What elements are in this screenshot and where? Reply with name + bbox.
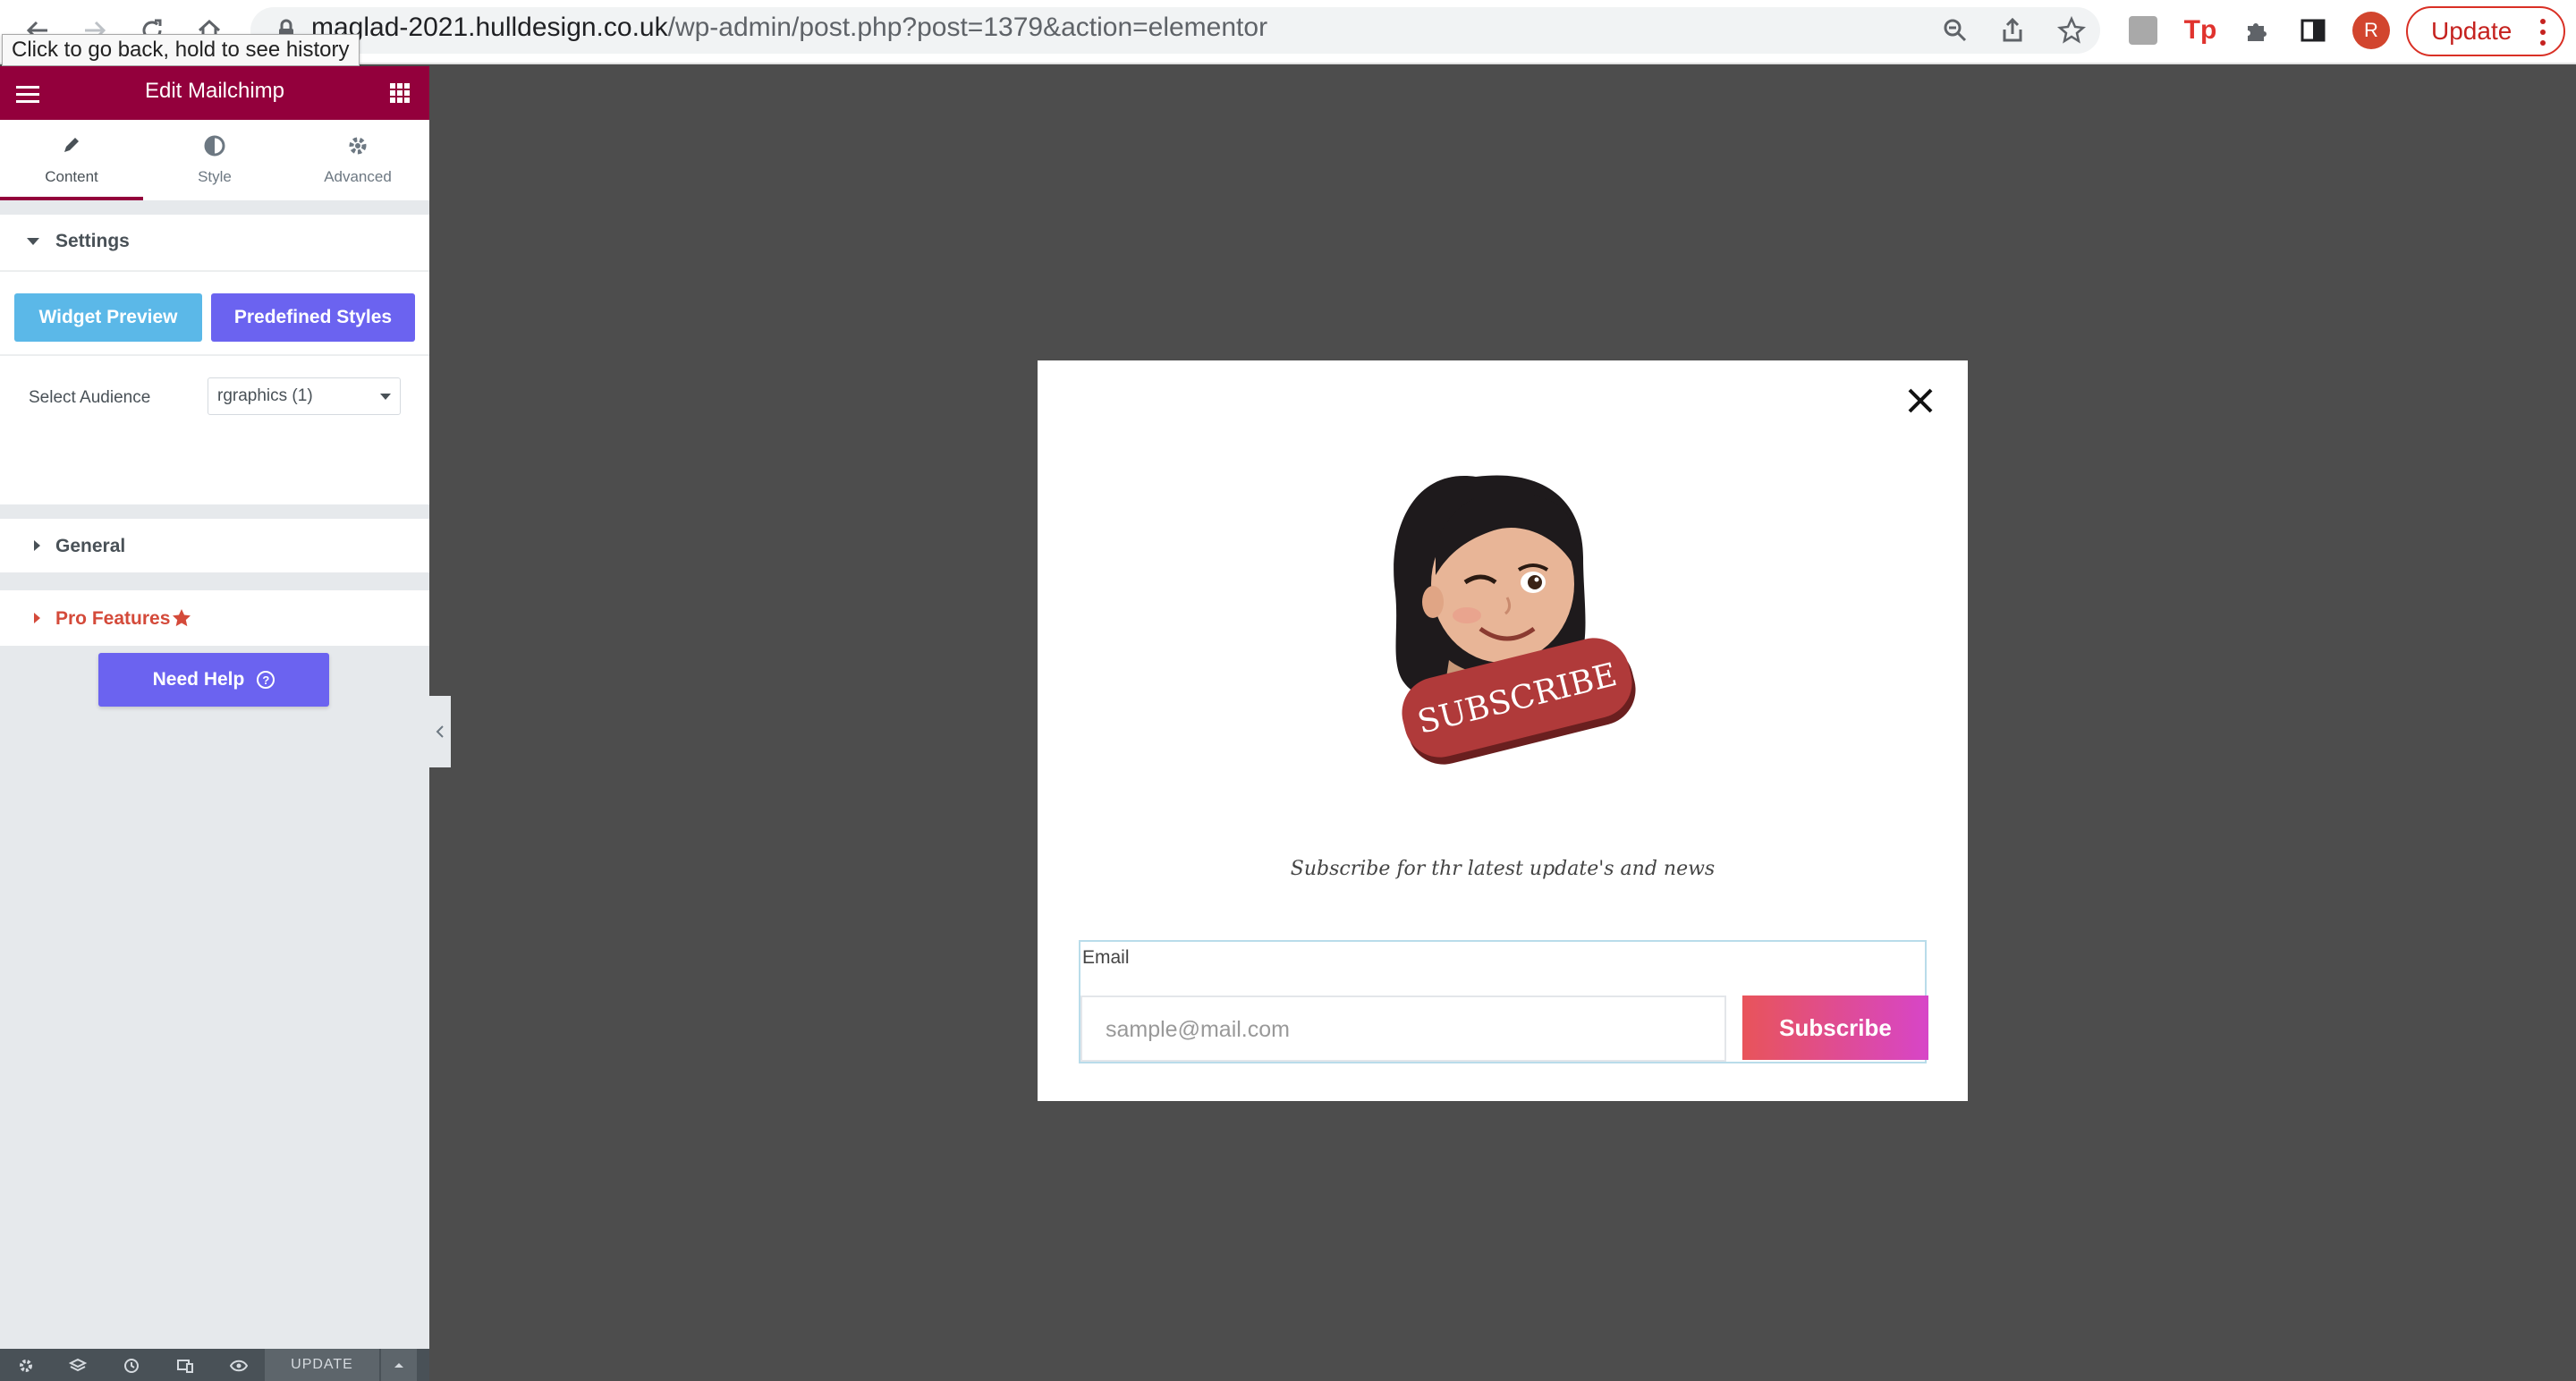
browser-toolbar: maglad-2021.hulldesign.co.uk/wp-admin/po… <box>0 0 2576 64</box>
extension-gray-icon[interactable] <box>2125 13 2161 48</box>
profile-initial: R <box>2364 19 2378 41</box>
select-audience-label: Select Audience <box>29 388 151 407</box>
tab-style[interactable]: Style <box>143 120 286 200</box>
sidepanel-icon[interactable] <box>2295 13 2331 48</box>
star-icon <box>172 608 191 632</box>
audience-select-value: rgraphics (1) <box>217 386 313 405</box>
share-icon[interactable] <box>1995 13 2030 48</box>
settings-title: Settings <box>55 231 130 251</box>
bookmark-star-icon[interactable] <box>2054 13 2089 48</box>
general-title: General <box>55 536 126 556</box>
chevron-down-icon <box>380 394 391 400</box>
tab-content-label: Content <box>45 168 98 185</box>
profile-avatar[interactable]: R <box>2352 12 2390 49</box>
chevron-left-icon <box>436 725 444 738</box>
pencil-icon <box>0 134 143 159</box>
divider <box>0 270 429 272</box>
caret-down-icon <box>27 238 39 245</box>
url-text[interactable]: maglad-2021.hulldesign.co.uk/wp-admin/po… <box>311 13 1267 43</box>
browser-update-button[interactable]: Update <box>2406 6 2565 56</box>
settings-section-header[interactable]: Settings <box>0 215 429 268</box>
email-input[interactable]: sample@mail.com <box>1080 996 1726 1062</box>
half-circle-icon <box>143 134 286 159</box>
caret-right-icon <box>34 613 40 623</box>
history-icon[interactable] <box>122 1356 141 1376</box>
panel-tabs: Content Style Advanced <box>0 120 429 200</box>
tp-extension-icon[interactable]: Tp <box>2182 13 2218 48</box>
pro-features-title: Pro Features <box>55 608 171 629</box>
subscribe-popup: SUBSCRIBE Subscribe for thr latest updat… <box>1038 360 1968 1101</box>
browser-update-label: Update <box>2431 17 2512 45</box>
close-icon[interactable] <box>1905 385 1936 416</box>
panel-footer: UPDATE <box>0 1349 429 1381</box>
tab-advanced[interactable]: Advanced <box>286 120 429 200</box>
back-tooltip: Click to go back, hold to see history <box>2 34 360 66</box>
need-help-label: Need Help <box>152 669 245 690</box>
tab-advanced-label: Advanced <box>324 168 392 185</box>
elementor-panel: Edit Mailchimp Content Style Advanced Se… <box>0 66 429 1381</box>
settings-gear-icon[interactable] <box>16 1356 36 1376</box>
navigator-layers-icon[interactable] <box>68 1356 88 1376</box>
subscribe-button[interactable]: Subscribe <box>1742 996 1928 1060</box>
puzzle-icon[interactable] <box>2240 13 2275 48</box>
panel-header: Edit Mailchimp <box>0 66 429 120</box>
widget-preview-button[interactable]: Widget Preview <box>14 293 202 342</box>
tab-style-label: Style <box>198 168 232 185</box>
help-glyph: ? <box>262 673 270 687</box>
preview-eye-icon[interactable] <box>229 1356 249 1376</box>
help-circle-icon: ? <box>257 671 275 689</box>
divider <box>0 354 429 356</box>
zoom-icon[interactable] <box>1937 13 1973 48</box>
general-section[interactable]: General <box>0 519 429 572</box>
widgets-grid-icon[interactable] <box>390 83 410 103</box>
pro-features-section[interactable]: Pro Features <box>0 590 429 646</box>
caret-right-icon <box>34 540 40 551</box>
email-label: Email <box>1082 947 1130 968</box>
audience-select[interactable]: rgraphics (1) <box>208 377 401 415</box>
update-options-caret-icon[interactable] <box>381 1349 417 1381</box>
subscribe-avatar-illustration: SUBSCRIBE <box>1394 475 1636 765</box>
more-vert-icon <box>2540 19 2546 46</box>
tp-extension-label: Tp <box>2183 15 2217 45</box>
subscribe-form: Email sample@mail.com Subscribe <box>1079 940 1928 1063</box>
popup-tagline: Subscribe for thr latest update's and ne… <box>1290 858 1716 880</box>
responsive-mode-icon[interactable] <box>175 1356 195 1376</box>
collapse-panel-handle[interactable] <box>429 696 451 767</box>
footer-update-button[interactable]: UPDATE <box>265 1349 379 1381</box>
gear-icon <box>286 134 429 159</box>
tab-content[interactable]: Content <box>0 120 143 200</box>
panel-title: Edit Mailchimp <box>144 79 285 103</box>
predefined-styles-button[interactable]: Predefined Styles <box>211 293 415 342</box>
need-help-button[interactable]: Need Help ? <box>98 653 329 707</box>
settings-section: Settings Select Audience rgraphics (1) <box>0 215 429 504</box>
